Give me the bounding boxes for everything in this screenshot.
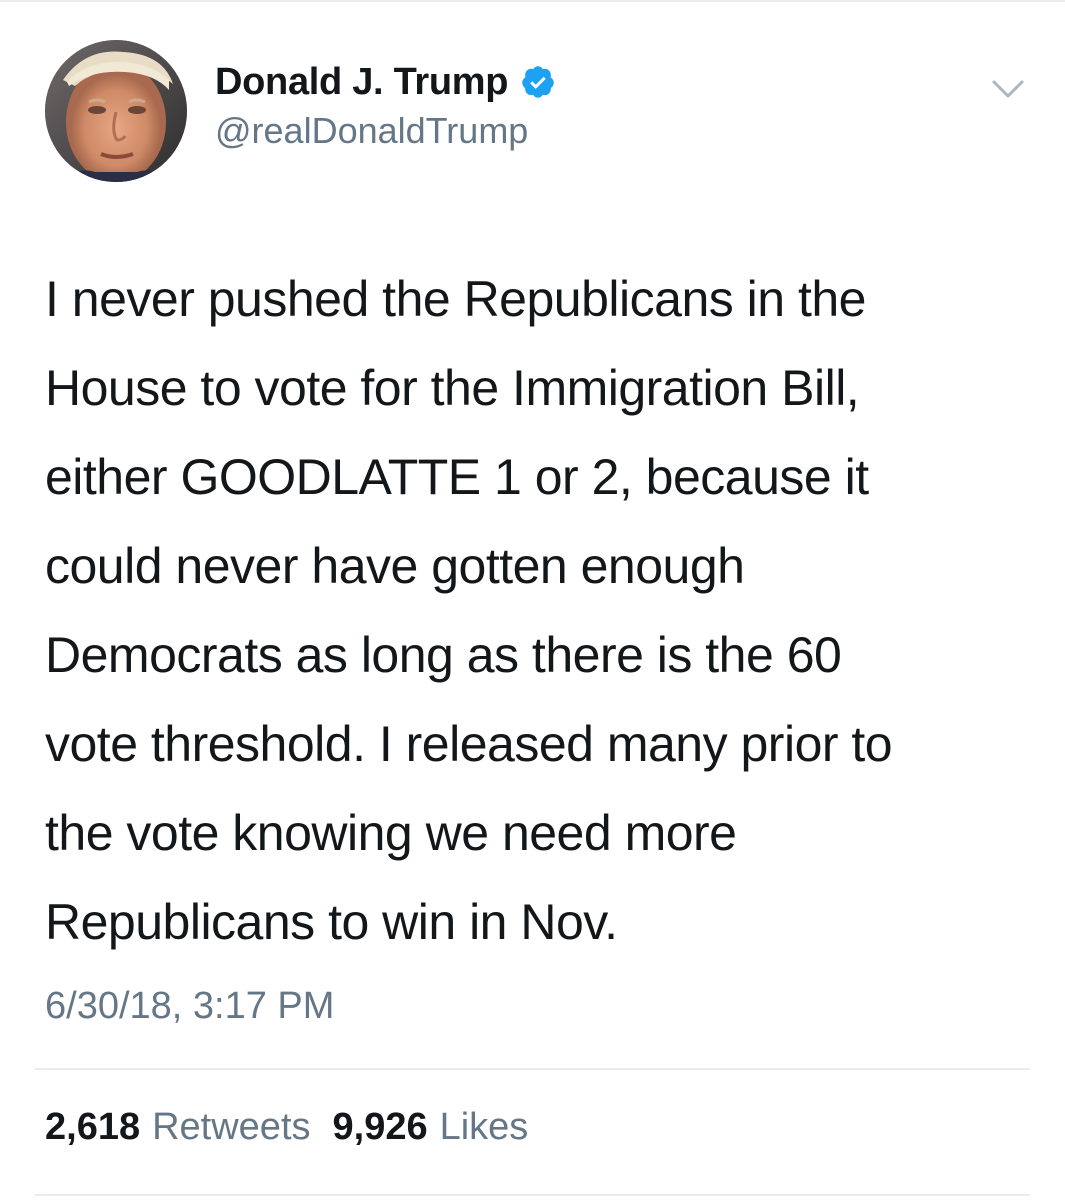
tweet-stats: 2,618 Retweets 9,926 Likes — [45, 1106, 550, 1149]
profile-photo-icon — [45, 40, 187, 182]
tweet-card: Donald J. Trump @realDonaldTrump I never… — [0, 0, 1065, 1200]
likes-label[interactable]: Likes — [440, 1106, 529, 1149]
tweet-text-line: could never have gotten enough — [45, 538, 745, 594]
stats-divider — [35, 1068, 1030, 1070]
retweets-label[interactable]: Retweets — [152, 1106, 310, 1149]
tweet-text-line: I never pushed the Republicans in the — [45, 271, 866, 327]
likes-count[interactable]: 9,926 — [333, 1106, 428, 1149]
avatar[interactable] — [45, 40, 187, 182]
display-name-row: Donald J. Trump — [215, 58, 556, 106]
retweets-count[interactable]: 2,618 — [45, 1106, 140, 1149]
tweet-timestamp[interactable]: 6/30/18, 3:17 PM — [45, 985, 334, 1028]
author-names: Donald J. Trump @realDonaldTrump — [215, 58, 556, 152]
bottom-divider — [35, 1194, 1030, 1196]
display-name[interactable]: Donald J. Trump — [215, 61, 509, 104]
tweet-header: Donald J. Trump @realDonaldTrump — [45, 40, 1035, 185]
tweet-text-line: the vote knowing we need more — [45, 805, 737, 861]
tweet-text: I never pushed the Republicans in the Ho… — [45, 255, 1035, 967]
verified-badge-icon — [522, 66, 554, 98]
tweet-text-line: Republicans to win in Nov. — [45, 894, 618, 950]
tweet-text-line: House to vote for the Immigration Bill, — [45, 360, 860, 416]
chevron-down-icon[interactable] — [991, 78, 1025, 100]
tweet-text-line: either GOODLATTE 1 or 2, because it — [45, 449, 869, 505]
tweet-text-line: Democrats as long as there is the 60 — [45, 627, 842, 683]
author-handle[interactable]: @realDonaldTrump — [215, 110, 556, 152]
tweet-text-line: vote threshold. I released many prior to — [45, 716, 893, 772]
